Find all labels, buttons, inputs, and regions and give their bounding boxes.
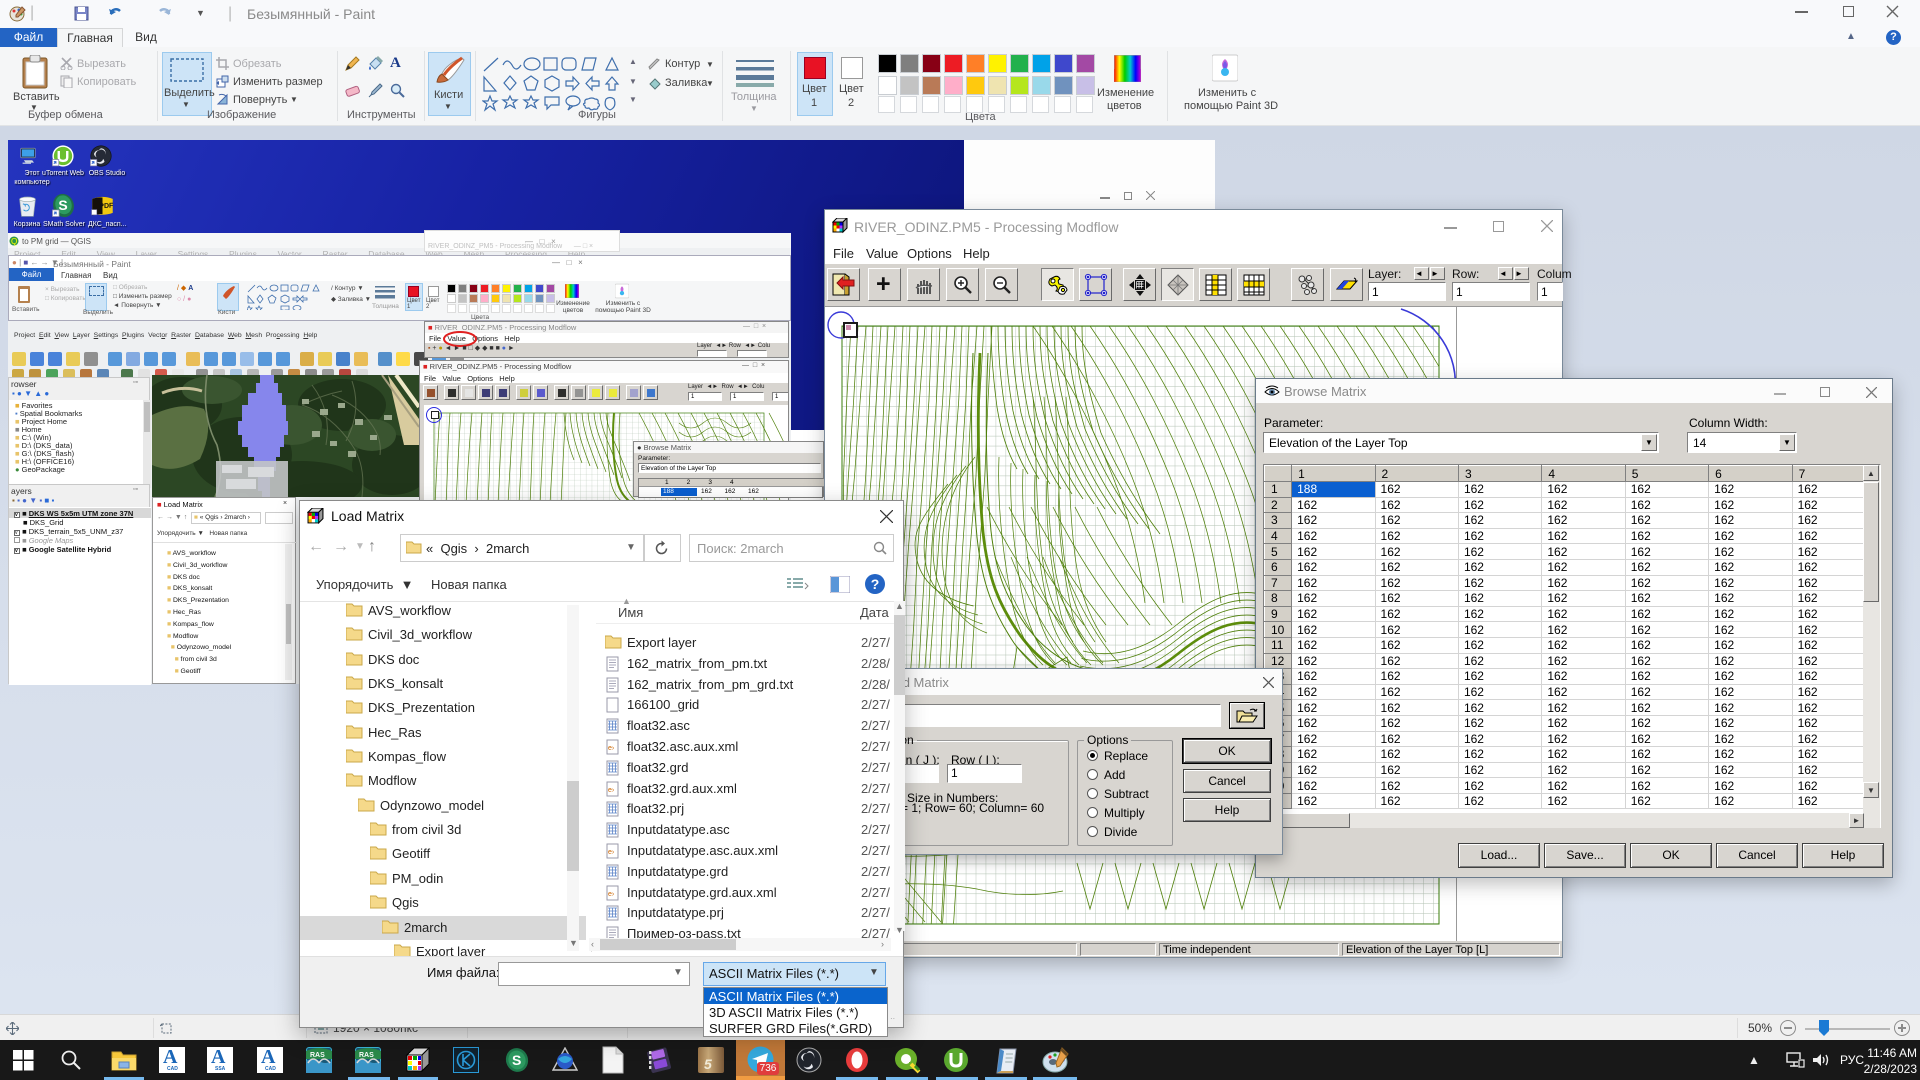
svg-text:e›: e› xyxy=(608,849,615,856)
svg-text:RAS: RAS xyxy=(359,1052,374,1059)
svg-text:e›: e› xyxy=(608,745,615,752)
svg-text:RAS: RAS xyxy=(310,1052,325,1059)
svg-text:e›: e› xyxy=(608,891,615,898)
svg-text:S: S xyxy=(58,197,67,213)
svg-text:PDF: PDF xyxy=(99,203,114,211)
svg-text:S: S xyxy=(512,1052,521,1068)
svg-text:e›: e› xyxy=(608,787,615,794)
svg-text:Q: Q xyxy=(11,237,17,246)
